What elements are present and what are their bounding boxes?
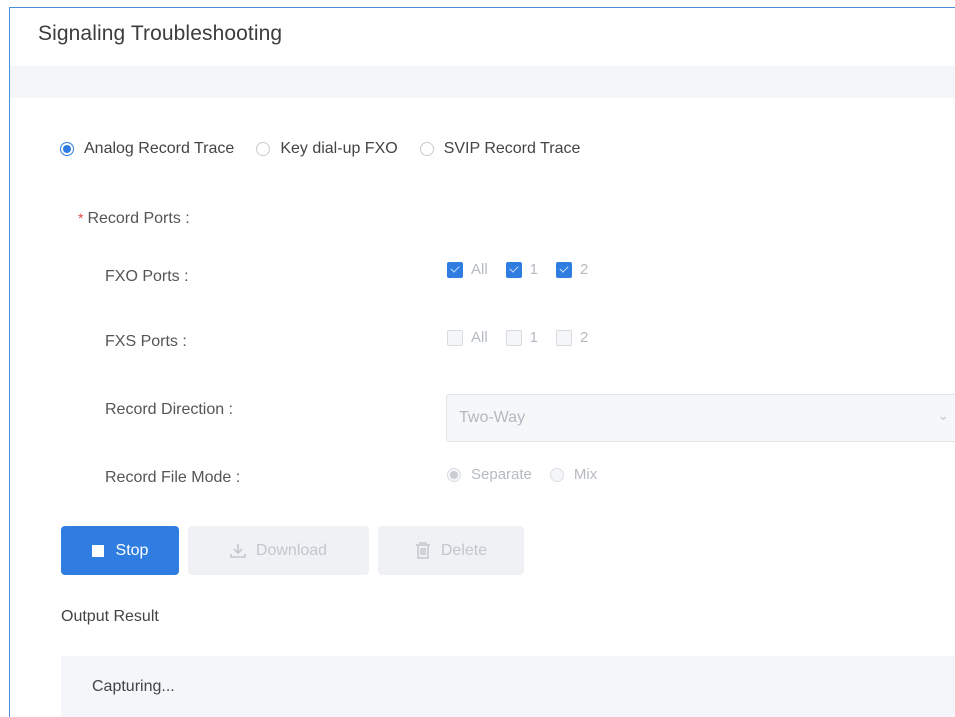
output-result-text: Capturing... [92,678,175,695]
checkbox-label: All [471,329,488,346]
trace-type-group: Analog Record Trace Key dial-up FXO SVIP… [60,140,602,158]
delete-button[interactable]: Delete [378,526,524,575]
checkbox-unchecked[interactable] [556,329,573,346]
record-direction-label: Record Direction : [105,401,234,418]
output-result-title: Output Result [61,608,159,625]
fxs-option-1[interactable]: 1 [505,329,539,346]
fxs-ports-options: All 1 2 [447,329,606,346]
stop-label: Stop [115,541,149,559]
select-value: Two-Way [459,409,526,426]
fxs-option-all[interactable]: All [447,329,488,346]
trash-icon [415,542,430,559]
fxo-ports-label: FXO Ports : [105,268,189,285]
download-label: Download [255,541,328,559]
radio-label: SVIP Record Trace [443,140,581,157]
radio-key-dial-up-fxo[interactable]: Key dial-up FXO [256,140,398,158]
radio-button-selected[interactable] [447,467,461,482]
fxo-ports-options: All 1 2 [447,261,606,278]
page-title: Signaling Troubleshooting [38,22,283,45]
checkbox-label: 1 [529,261,539,278]
required-mark: * [78,210,84,226]
checkbox-label: 2 [580,261,589,278]
fxo-option-all[interactable]: All [447,261,488,278]
checkbox-unchecked[interactable] [505,329,522,346]
radio-button[interactable] [256,142,271,156]
checkbox-label: All [471,261,488,278]
checkbox-checked[interactable] [556,261,573,278]
radio-button-selected[interactable] [60,142,74,156]
fxs-option-2[interactable]: 2 [556,329,588,346]
record-direction-select[interactable]: Two-Way ⌄ [446,394,955,442]
fxo-option-2[interactable]: 2 [556,261,588,278]
radio-label: Key dial-up FXO [280,140,398,157]
record-file-mode-options: Separate Mix [447,466,615,483]
radio-svip-record-trace[interactable]: SVIP Record Trace [419,140,581,158]
radio-label: Analog Record Trace [84,140,235,157]
output-result-box: Capturing... [61,656,955,717]
checkbox-checked[interactable] [505,261,522,278]
stop-button[interactable]: Stop [61,526,179,575]
delete-label: Delete [440,541,488,559]
download-icon [230,543,246,558]
radio-analog-record-trace[interactable]: Analog Record Trace [60,140,234,158]
file-mode-separate[interactable]: Separate [447,466,532,483]
download-button[interactable]: Download [188,526,369,575]
checkbox-checked[interactable] [447,261,463,278]
panel-frame: Signaling Troubleshooting Analog Record … [9,7,955,717]
checkbox-unchecked[interactable] [447,329,463,346]
radio-button[interactable] [549,467,564,482]
record-ports-label: * Record Ports : [78,210,190,227]
title-separator [10,66,955,98]
radio-button[interactable] [419,142,434,156]
fxo-option-1[interactable]: 1 [505,261,539,278]
fxs-ports-label: FXS Ports : [105,333,187,350]
checkbox-label: 1 [529,329,539,346]
radio-label: Separate [471,466,532,483]
stop-icon [91,544,104,557]
checkbox-label: 2 [580,329,589,346]
record-file-mode-label: Record File Mode : [105,469,241,486]
chevron-down-icon: ⌄ [937,407,949,423]
radio-label: Mix [573,466,598,483]
file-mode-mix[interactable]: Mix [549,466,598,483]
